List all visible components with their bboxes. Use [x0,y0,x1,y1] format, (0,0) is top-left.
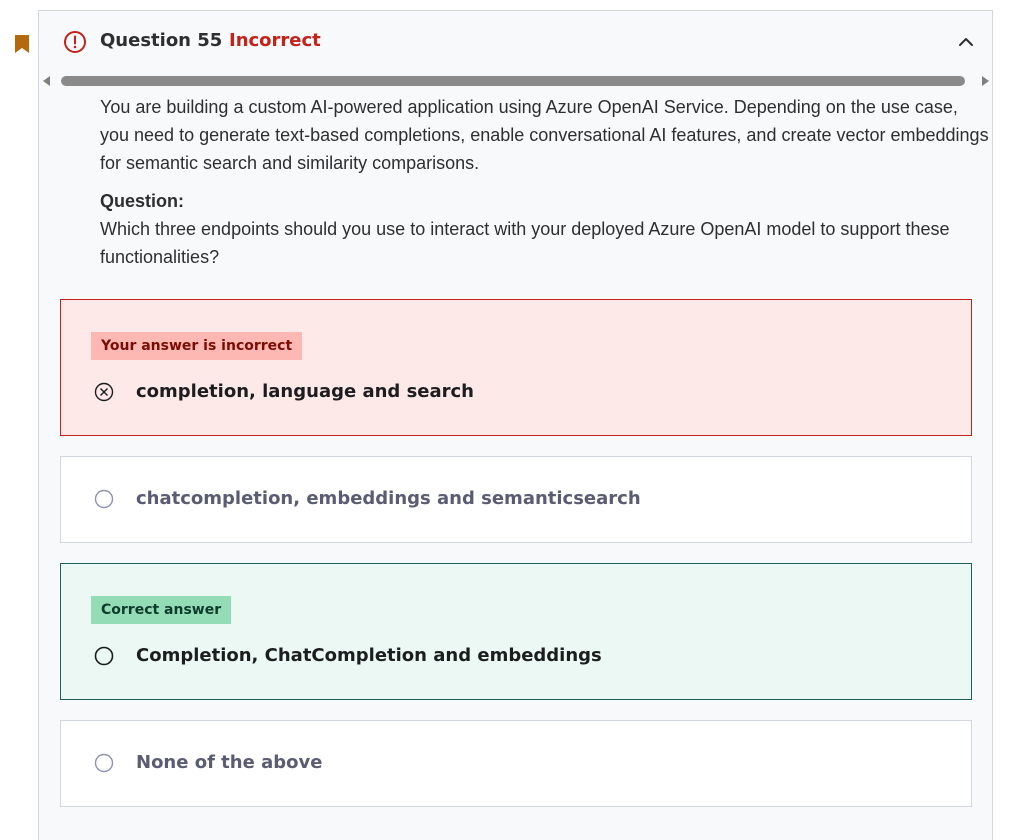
question-panel: Question 55 Incorrect You are building a… [38,10,993,840]
scroll-right-arrow-icon[interactable] [982,76,989,86]
radio-empty-icon[interactable] [94,489,114,509]
scrollbar-thumb[interactable] [61,76,965,86]
option-label: None of the above [136,752,323,773]
radio-empty-icon[interactable] [94,646,114,666]
answer-option[interactable]: None of the above [60,720,972,807]
prompt-intro: You are building a custom AI-powered app… [100,97,989,173]
scroll-left-arrow-icon[interactable] [43,76,50,86]
alert-circle-icon [64,31,86,53]
answer-option[interactable]: chatcompletion, embeddings and semantics… [60,456,972,543]
option-label: chatcompletion, embeddings and semantics… [136,488,641,509]
option-label: Completion, ChatCompletion and embedding… [136,645,602,666]
radio-empty-icon[interactable] [94,753,114,773]
question-title: Question 55 [100,30,223,51]
answer-option-selected-incorrect[interactable]: Your answer is incorrect completion, lan… [60,299,972,436]
incorrect-answer-badge: Your answer is incorrect [91,332,303,360]
horizontal-scrollbar[interactable] [43,74,989,88]
chevron-up-icon[interactable] [957,33,975,51]
answer-option-correct[interactable]: Correct answer Completion, ChatCompletio… [60,563,972,700]
bookmark-icon[interactable] [14,34,30,54]
question-header[interactable]: Question 55 Incorrect [39,11,992,73]
option-label: completion, language and search [136,381,474,402]
prompt-question-text: Which three endpoints should you use to … [100,219,950,267]
x-circle-icon[interactable] [94,382,114,402]
question-status: Incorrect [229,30,321,51]
prompt-question-label: Question: [100,191,184,211]
question-prompt: You are building a custom AI-powered app… [100,93,990,271]
correct-answer-badge: Correct answer [91,596,232,624]
